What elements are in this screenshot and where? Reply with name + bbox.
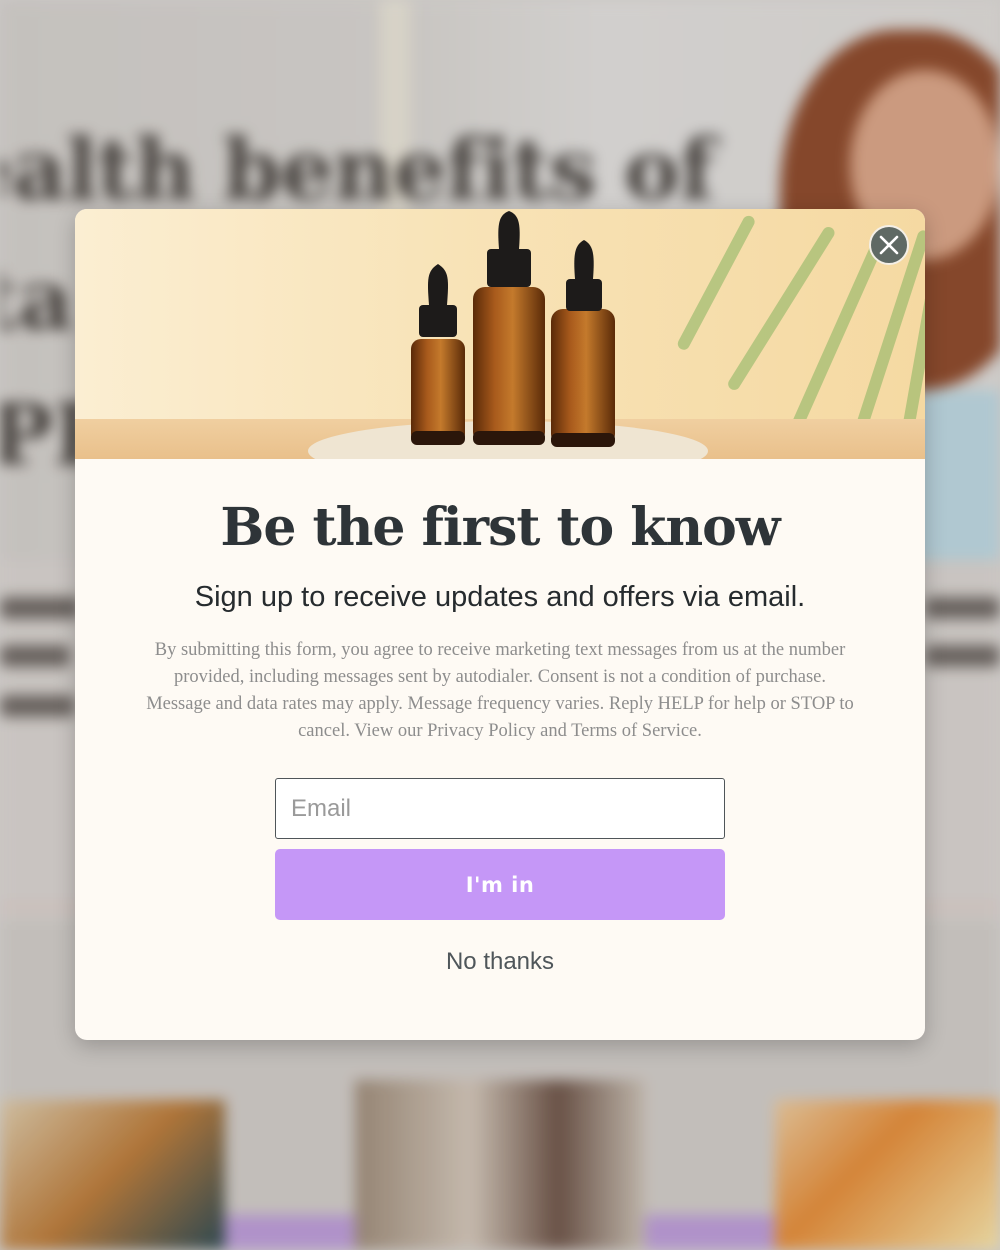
modal-subtitle: Sign up to receive updates and offers vi… — [194, 581, 806, 613]
close-icon — [879, 235, 899, 255]
leaf-decoration — [675, 213, 757, 352]
amber-dropper-bottles-icon — [411, 211, 615, 447]
no-thanks-button[interactable]: No thanks — [400, 942, 600, 982]
submit-button[interactable]: I'm in — [275, 849, 725, 920]
hero-image — [75, 209, 925, 459]
signup-modal: Be the first to know Sign up to receive … — [75, 209, 925, 1040]
email-input[interactable] — [275, 778, 725, 839]
close-button[interactable] — [869, 225, 909, 265]
page: ealth benefits of ta PP — [0, 0, 1000, 1250]
modal-title: Be the first to know — [220, 497, 780, 558]
consent-disclaimer: By submitting this form, you agree to re… — [146, 640, 854, 741]
